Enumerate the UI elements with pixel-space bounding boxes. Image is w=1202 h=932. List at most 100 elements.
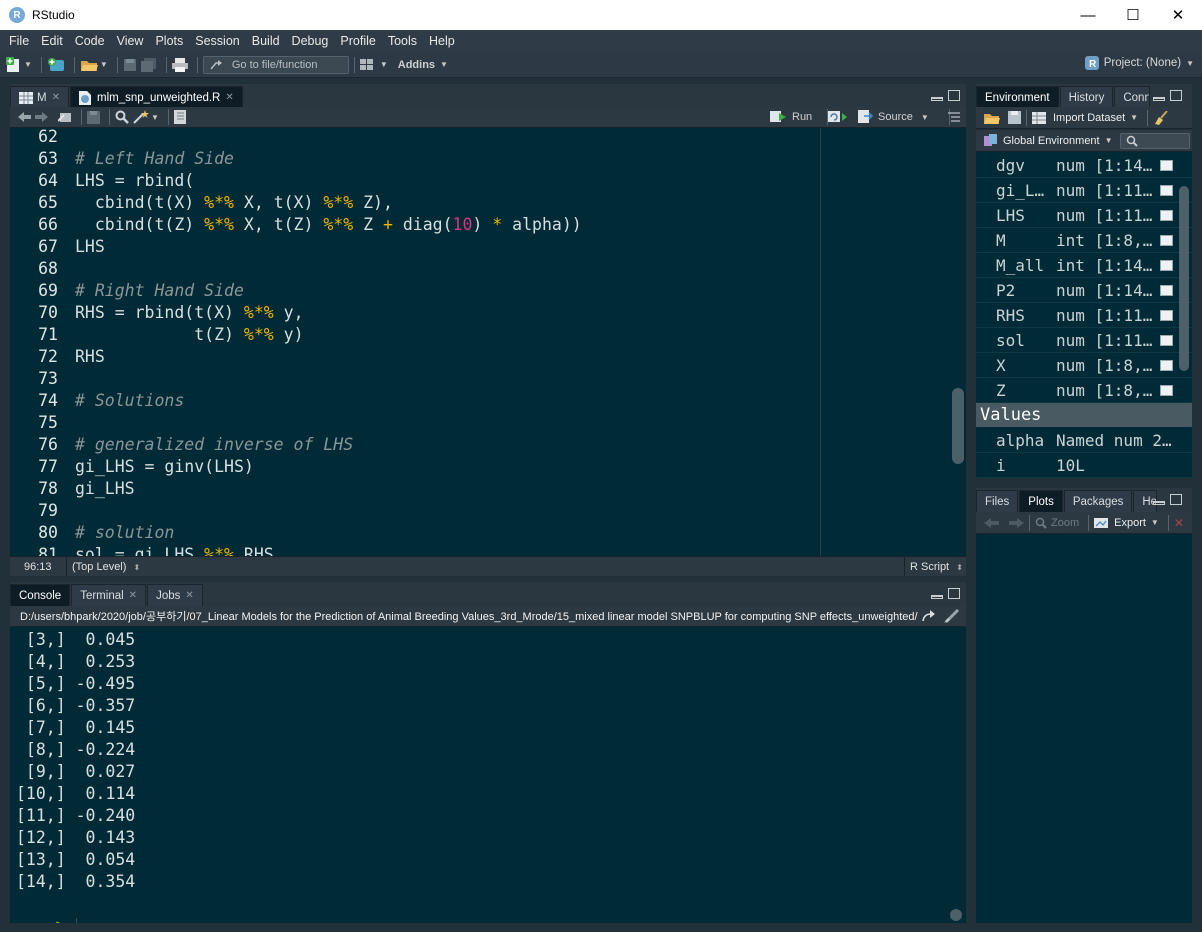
export-button[interactable]: Export ▼ [1094, 513, 1159, 533]
minimize-pane-button[interactable] [931, 595, 943, 599]
view-data-grid-icon[interactable] [1160, 235, 1173, 246]
load-workspace-icon[interactable] [984, 111, 1000, 125]
menu-edit[interactable]: Edit [35, 34, 69, 48]
menu-file[interactable]: File [3, 34, 35, 48]
save-button[interactable] [123, 55, 137, 75]
editor-tab-m[interactable]: M ✕ [10, 86, 69, 108]
environment-row[interactable]: Znum [1:8,… [976, 378, 1192, 403]
new-file-button[interactable]: ▼ [6, 55, 32, 75]
new-project-button[interactable] [47, 55, 65, 75]
back-button[interactable] [18, 107, 48, 127]
view-data-grid-icon[interactable] [1160, 210, 1173, 221]
code-tools-button[interactable]: ▼ [133, 107, 159, 127]
view-data-grid-icon[interactable] [1160, 310, 1173, 321]
import-dataset-button[interactable]: Import Dataset ▼ [1032, 108, 1138, 128]
minimize-pane-button[interactable] [1153, 97, 1165, 101]
menu-tools[interactable]: Tools [382, 34, 423, 48]
plot-back-forward-icon[interactable] [984, 517, 1024, 529]
save-workspace-icon[interactable] [1008, 111, 1021, 124]
tab-files[interactable]: Files [976, 490, 1019, 512]
run-button[interactable]: Run [770, 107, 812, 127]
environment-search-input[interactable] [1120, 133, 1190, 149]
environment-row[interactable]: sol num [1:11… [976, 328, 1192, 353]
environment-row[interactable]: Xnum [1:8,… [976, 353, 1192, 378]
scope-selector[interactable]: (Top Level) ⬍ [72, 561, 140, 573]
menu-code[interactable]: Code [69, 34, 111, 48]
tab-packages[interactable]: Packages [1063, 490, 1133, 512]
view-data-grid-icon[interactable] [1160, 335, 1173, 346]
document-outline-button[interactable] [948, 107, 960, 127]
broom-icon[interactable] [1153, 110, 1169, 125]
view-data-grid-icon[interactable] [1160, 285, 1173, 296]
plots-viewer[interactable] [976, 534, 1192, 923]
close-tab-icon[interactable]: ✕ [129, 590, 137, 601]
maximize-button[interactable]: ☐ [1110, 0, 1156, 30]
go-to-file-input[interactable]: Go to file/function [202, 55, 349, 74]
zoom-button[interactable]: Zoom [1035, 513, 1079, 533]
print-button[interactable] [171, 55, 188, 75]
view-data-grid-icon[interactable] [1160, 385, 1173, 396]
tab-environment[interactable]: Environment [976, 86, 1059, 108]
minimize-pane-button[interactable] [1153, 501, 1165, 505]
file-type-selector[interactable]: R Script ⬍ [910, 561, 963, 573]
menu-session[interactable]: Session [189, 34, 245, 48]
editor-tab-mlm-snp-unweighted[interactable]: mlm_snp_unweighted.R ✕ [69, 86, 243, 108]
menu-debug[interactable]: Debug [286, 34, 335, 48]
close-button[interactable]: ✕ [1155, 0, 1201, 30]
compile-report-button[interactable] [173, 107, 186, 127]
close-tab-icon[interactable]: ✕ [52, 92, 60, 103]
environment-row[interactable]: dgv num [1:14… [976, 153, 1192, 178]
environment-row[interactable]: P2 num [1:14… [976, 278, 1192, 303]
environment-row[interactable]: RHS num [1:11… [976, 303, 1192, 328]
show-in-window-button[interactable] [58, 107, 72, 127]
tab-history[interactable]: History [1059, 86, 1114, 108]
tab-jobs[interactable]: Jobs ✕ [147, 584, 203, 606]
environment-row[interactable]: gi_L… num [1:11… [976, 178, 1192, 203]
view-data-grid-icon[interactable] [1160, 260, 1173, 271]
environment-scrollbar-thumb[interactable] [1179, 186, 1189, 371]
environment-row[interactable]: LHS num [1:11… [976, 203, 1192, 228]
view-data-grid-icon[interactable] [1160, 360, 1173, 371]
menu-help[interactable]: Help [423, 34, 461, 48]
tab-terminal[interactable]: Terminal ✕ [71, 584, 147, 606]
editor-scrollbar-thumb[interactable] [952, 388, 964, 464]
maximize-pane-button[interactable] [1170, 494, 1182, 505]
go-to-directory-icon[interactable] [922, 610, 936, 622]
environment-scope-dropdown[interactable]: Global Environment ▼ [984, 131, 1113, 151]
open-file-button[interactable]: ▼ [80, 55, 108, 75]
menu-plots[interactable]: Plots [149, 34, 189, 48]
console-prompt[interactable]: > [16, 893, 77, 923]
tab-plots[interactable]: Plots [1019, 490, 1063, 512]
close-tab-icon[interactable]: ✕ [185, 590, 193, 601]
close-tab-icon[interactable]: ✕ [225, 92, 233, 103]
rerun-button[interactable] [828, 107, 848, 127]
view-data-grid-icon[interactable] [1160, 185, 1173, 196]
workspace-panes-button[interactable]: ▼ [359, 55, 388, 75]
console-scrollbar-thumb[interactable] [950, 909, 962, 921]
find-replace-button[interactable] [115, 107, 129, 127]
project-menu-button[interactable]: R Project: (None) ▼ [1084, 56, 1194, 70]
maximize-pane-button[interactable] [948, 588, 960, 599]
clear-console-icon[interactable] [944, 609, 960, 623]
console-output[interactable]: [3,] 0.045 [4,] 0.253 [5,] -0.495 [6,] -… [10, 627, 966, 923]
view-data-grid-icon[interactable] [1160, 160, 1173, 171]
code-editor[interactable]: 62 63 # Left Hand Side 64 LHS = rbind(65 cbi… [10, 128, 966, 556]
menu-view[interactable]: View [111, 34, 150, 48]
minimize-pane-button[interactable] [931, 97, 943, 101]
environment-row[interactable]: Mint [1:8,… [976, 228, 1192, 253]
maximize-pane-button[interactable] [948, 90, 960, 101]
source-button[interactable]: Source ▼ [858, 107, 929, 127]
environment-row[interactable]: i 10L [976, 453, 1192, 478]
save-all-button[interactable] [140, 55, 157, 75]
menu-build[interactable]: Build [246, 34, 286, 48]
environment-list[interactable]: dgv num [1:14… gi_L… num [1:11… LHS num [1:11… [976, 152, 1192, 478]
menu-profile[interactable]: Profile [334, 34, 381, 48]
save-script-button[interactable] [87, 107, 100, 127]
tab-connections[interactable]: Conn [1114, 86, 1151, 108]
remove-plot-icon[interactable]: ✕ [1174, 516, 1184, 530]
environment-row[interactable]: M_all int [1:14… [976, 253, 1192, 278]
maximize-pane-button[interactable] [1170, 90, 1182, 101]
addins-button[interactable]: Addins ▼ [398, 55, 448, 75]
tab-console[interactable]: Console [10, 584, 71, 606]
minimize-button[interactable]: — [1065, 0, 1111, 30]
